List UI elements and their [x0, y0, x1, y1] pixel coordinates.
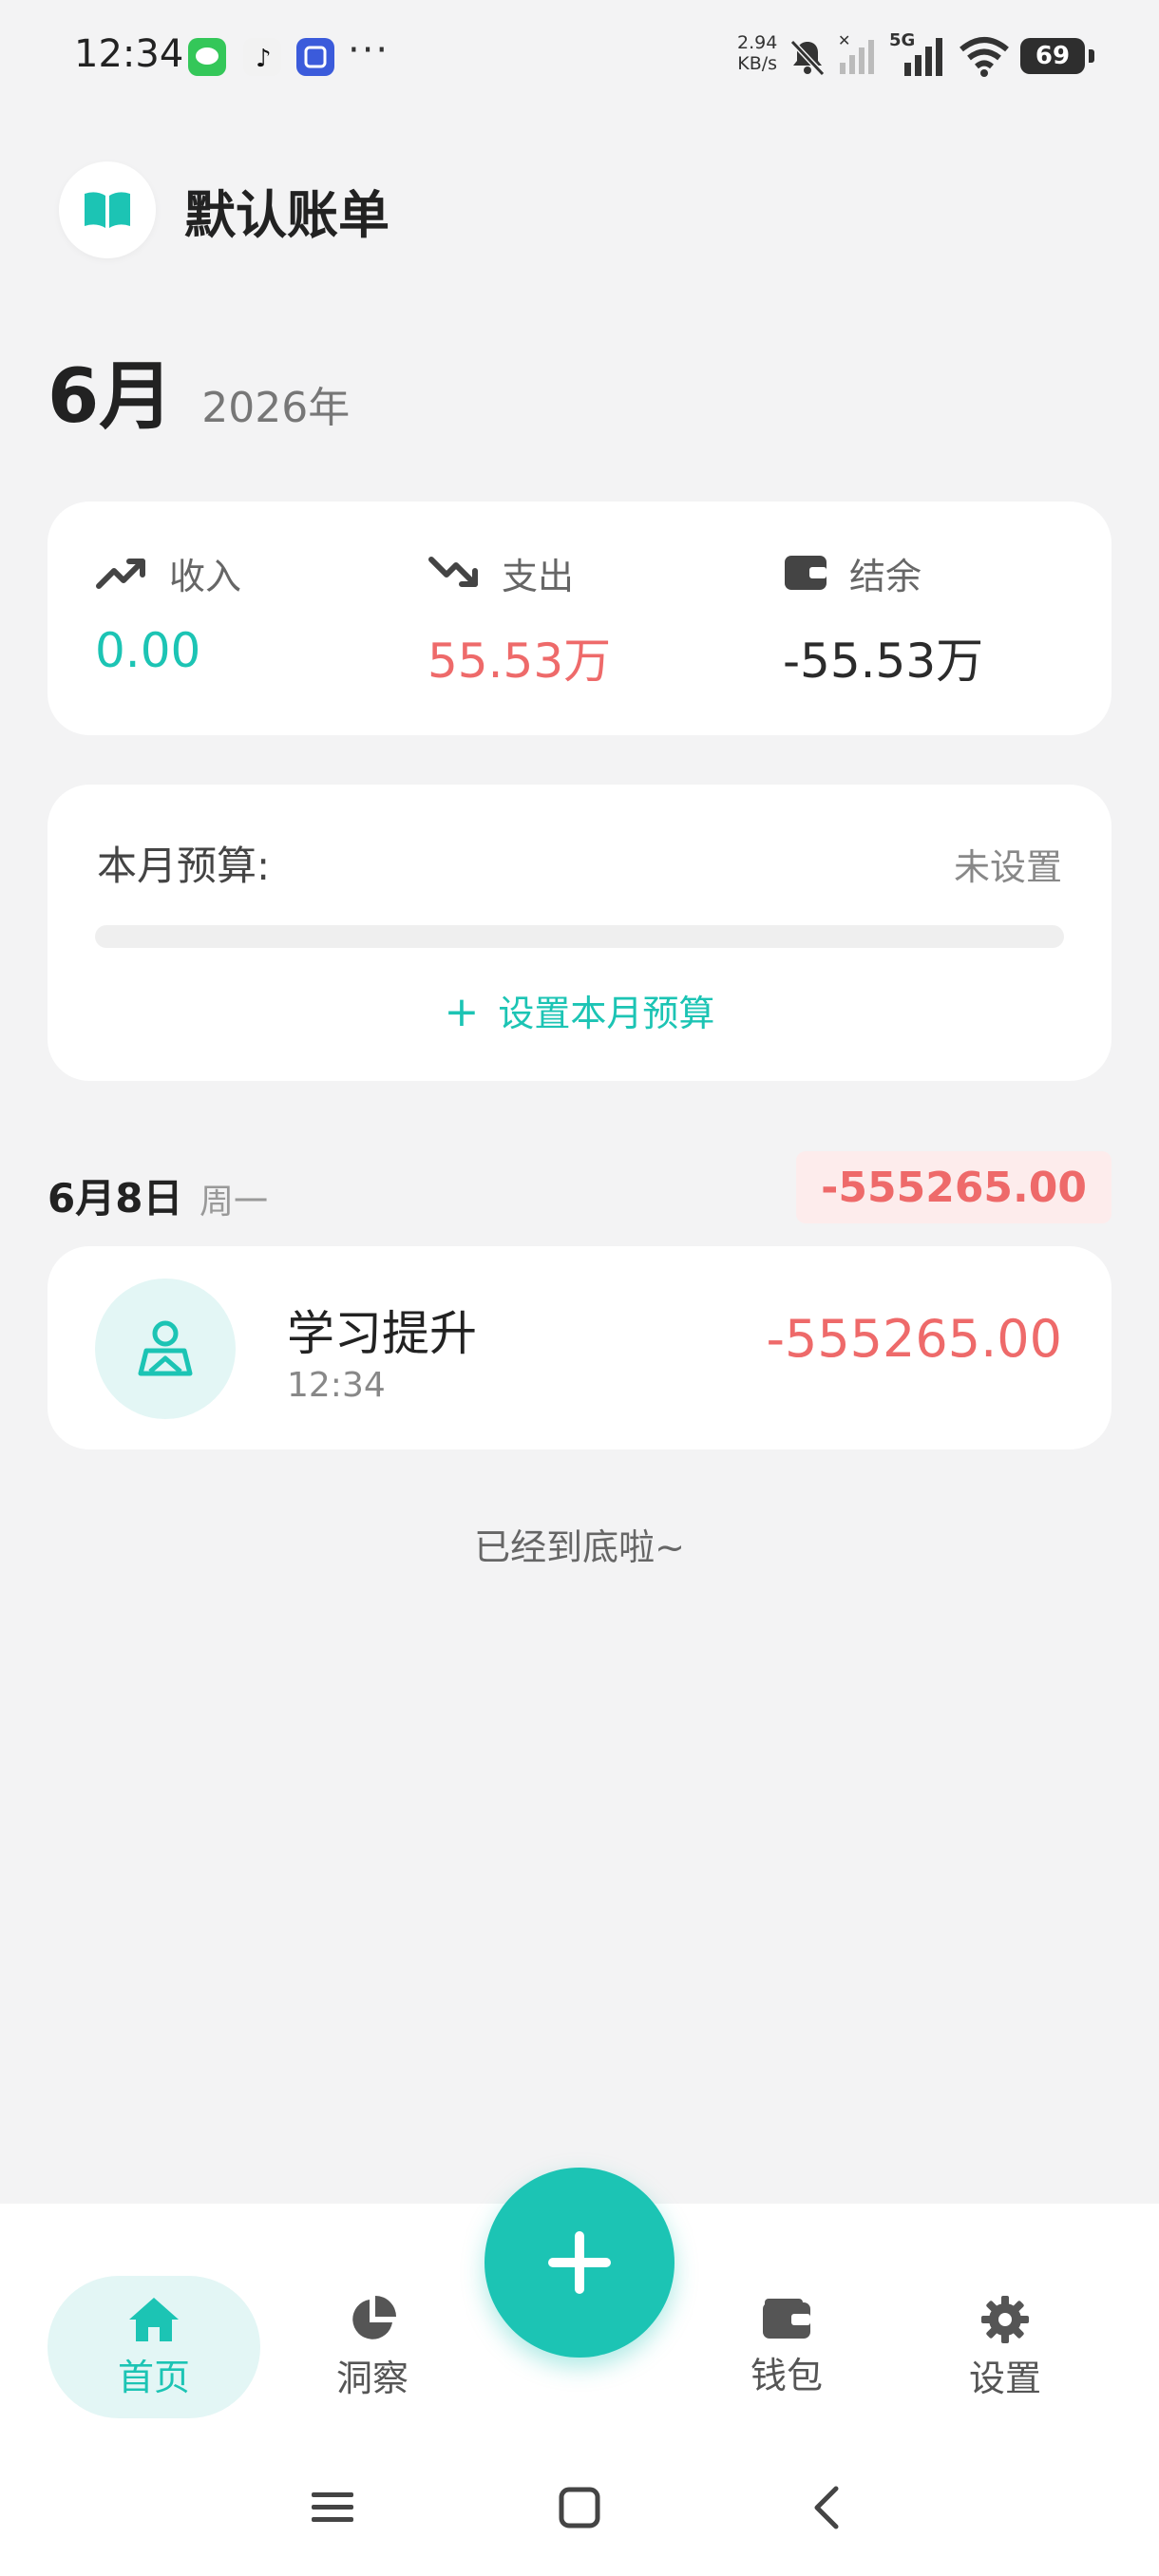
tieba-icon [296, 38, 334, 76]
set-budget-button[interactable]: + 设置本月预算 [48, 984, 1112, 1036]
tiktok-icon: ♪ [243, 38, 281, 76]
status-bar: 12:34 ♪ ··· 2.94 KB/s ✕ 5G 69 [0, 0, 1159, 114]
nav-settings-label: 设置 [968, 2357, 1041, 2399]
menu-lines-icon [312, 2492, 353, 2522]
nav-insight[interactable]: 洞察 [266, 2276, 479, 2418]
balance-summary: 结余 -55.53万 [783, 549, 983, 691]
income-value: 0.00 [95, 623, 201, 678]
status-time: 12:34 [74, 32, 184, 76]
person-icon [138, 1320, 193, 1376]
messages-icon [188, 38, 226, 76]
add-record-button[interactable] [484, 2168, 674, 2358]
network-speed: 2.94 KB/s [737, 32, 778, 74]
expense-label: 支出 [502, 555, 575, 597]
gear-icon [981, 2295, 1029, 2343]
signal-5g-icon [904, 38, 942, 76]
wallet-icon [785, 556, 826, 590]
nav-home[interactable]: 首页 [48, 2276, 260, 2418]
wifi-icon [960, 37, 1009, 77]
back-button[interactable] [788, 2470, 864, 2546]
budget-progress-bar [95, 925, 1064, 948]
ledger-book-badge[interactable] [59, 161, 156, 258]
battery-indicator: 69 [1020, 38, 1094, 74]
ledger-header[interactable]: 默认账单 [59, 161, 390, 258]
current-month[interactable]: 6月 [48, 337, 173, 444]
day-total-badge: -555265.00 [796, 1151, 1112, 1223]
current-year[interactable]: 2026年 [201, 373, 350, 434]
month-selector[interactable]: 6月 2026年 [48, 337, 350, 444]
category-icon-badge [95, 1279, 236, 1419]
home-icon [129, 2297, 179, 2341]
plus-icon [548, 2231, 611, 2294]
income-summary: 收入 0.00 [95, 549, 242, 679]
transaction-item[interactable]: 学习提升 12:34 -555265.00 [48, 1246, 1112, 1449]
system-navigation-bar [0, 2470, 1159, 2546]
nav-wallet-label: 钱包 [750, 2354, 823, 2396]
square-icon [559, 2487, 600, 2529]
day-date: 6月8日 [48, 1175, 183, 1222]
income-label: 收入 [169, 555, 242, 597]
wallet-icon [763, 2298, 810, 2339]
list-end-text: 已经到底啦~ [474, 1526, 685, 1568]
home-button[interactable] [542, 2470, 618, 2546]
set-budget-label: 设置本月预算 [498, 993, 715, 1034]
transaction-category: 学习提升 [287, 1306, 477, 1361]
monthly-summary-card: 收入 0.00 支出 55.53万 结余 -55.53万 [48, 502, 1112, 735]
signal-empty-icon: ✕ [838, 32, 874, 74]
mute-bell-icon [789, 39, 826, 77]
nav-insight-label: 洞察 [335, 2357, 408, 2399]
budget-title: 本月预算: [97, 843, 271, 889]
expense-value: 55.53万 [428, 634, 612, 689]
ledger-title[interactable]: 默认账单 [184, 173, 390, 248]
trending-down-icon [428, 557, 478, 587]
nav-settings[interactable]: 设置 [899, 2276, 1112, 2418]
nav-home-label: 首页 [117, 2356, 190, 2398]
trending-up-icon [96, 559, 145, 589]
plus-icon: + [444, 988, 480, 1036]
nav-wallet[interactable]: 钱包 [680, 2276, 893, 2418]
svg-text:♪: ♪ [256, 45, 272, 73]
expense-summary: 支出 55.53万 [428, 549, 611, 691]
chevron-left-icon [814, 2486, 839, 2529]
balance-label: 结余 [849, 555, 922, 597]
balance-value: -55.53万 [783, 634, 984, 689]
open-book-icon [85, 192, 130, 228]
transaction-time: 12:34 [287, 1366, 386, 1405]
monthly-budget-card: 本月预算: 未设置 + 设置本月预算 [48, 785, 1112, 1081]
pie-chart-icon [352, 2295, 396, 2339]
day-weekday: 周一 [200, 1183, 269, 1222]
budget-status: 未设置 [953, 846, 1062, 888]
more-notifications: ··· [348, 28, 390, 72]
svg-text:✕: ✕ [838, 32, 850, 49]
recents-button[interactable] [294, 2470, 370, 2546]
transaction-amount: -555265.00 [766, 1309, 1062, 1369]
